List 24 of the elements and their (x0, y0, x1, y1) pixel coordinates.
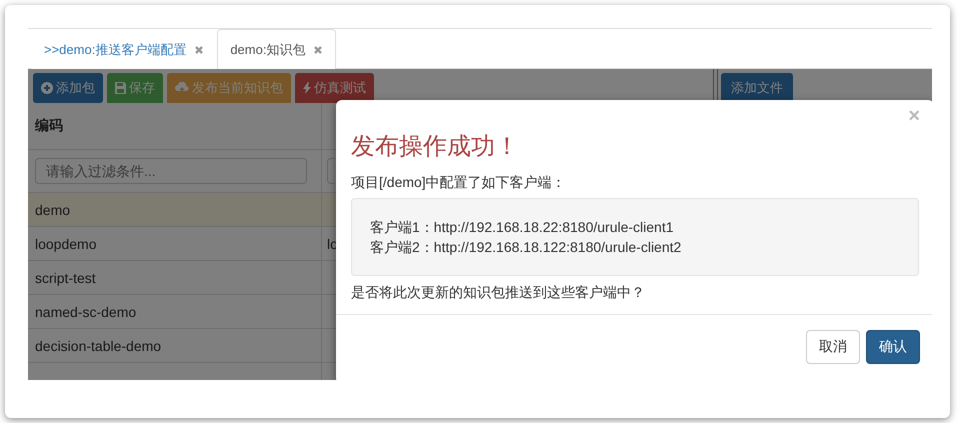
plus-circle-icon (41, 82, 53, 94)
table-cell[interactable]: script-test (28, 261, 322, 294)
filter-field[interactable] (327, 158, 335, 184)
close-icon[interactable] (313, 44, 324, 54)
confirm-button[interactable]: 确认 (866, 330, 920, 364)
tab[interactable]: demo:知识包 (217, 29, 336, 69)
dialog-message: 项目[/demo]中配置了如下客户端： (351, 173, 567, 192)
dialog-title: 发布操作成功！ (351, 132, 520, 162)
toolbar-button[interactable]: 仿真测试 (295, 73, 374, 103)
cancel-button[interactable]: 取消 (806, 330, 860, 364)
table-cell[interactable]: decision-table-demo (28, 329, 322, 362)
add-file-button[interactable]: 添加文件 (721, 73, 793, 103)
column-header: 编码 (28, 103, 322, 149)
table-cell[interactable]: named-sc-demo (28, 295, 322, 328)
table-cell[interactable]: loopdemo (28, 227, 322, 260)
confirm-question: 是否将此次更新的知识包推送到这些客户端中？ (351, 283, 646, 302)
toolbar-button[interactable]: 添加包 (33, 73, 103, 103)
cloud-upload-icon (175, 82, 189, 94)
filter-field[interactable]: 请输入过滤条件... (35, 158, 307, 184)
client-address: 客户端1：http://192.168.18.22:8180/urule-client1 (370, 218, 675, 237)
lightning-icon (303, 82, 311, 94)
tab[interactable]: >>demo:推送客户端配置 (31, 30, 218, 69)
client-address: 客户端2：http://192.168.18.122:8180/urule-client2 (370, 238, 682, 257)
close-icon[interactable] (194, 45, 204, 55)
